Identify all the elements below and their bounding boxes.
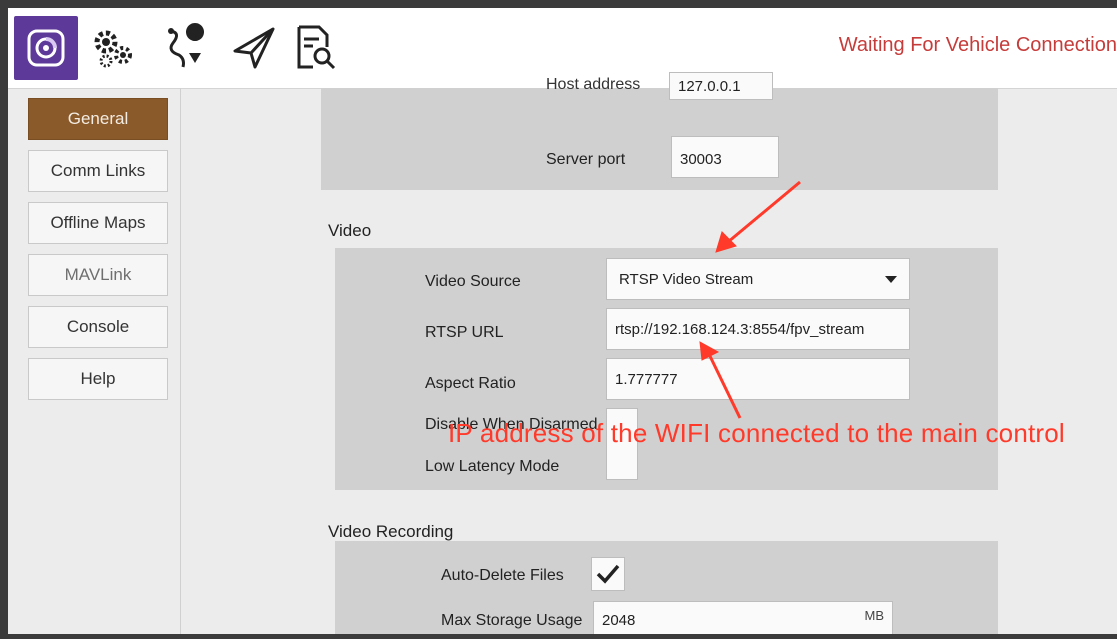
video-panel: Video Source RTSP Video Stream RTSP URL … xyxy=(335,248,998,490)
max-storage-value: 2048 xyxy=(602,612,636,629)
sidebar-item-console[interactable]: Console xyxy=(28,306,168,348)
video-source-label: Video Source xyxy=(425,273,521,290)
rtsp-url-field[interactable]: rtsp://192.168.124.3:8554/fpv_stream xyxy=(606,308,910,350)
analyze-document-icon xyxy=(297,25,336,70)
settings-gears-icon xyxy=(94,30,132,68)
sidebar-item-help[interactable]: Help xyxy=(28,358,168,400)
aspect-ratio-field[interactable]: 1.777777 xyxy=(606,358,910,400)
video-recording-panel: Auto-Delete Files Max Storage Usage 2048… xyxy=(335,541,998,634)
auto-delete-files-label: Auto-Delete Files xyxy=(441,567,564,584)
sidebar-item-mavlink[interactable]: MAVLink xyxy=(28,254,168,296)
wifi-ip-annotation: IP address of the WIFI connected to the … xyxy=(448,418,1065,448)
max-storage-usage-label: Max Storage Usage xyxy=(441,612,583,629)
chevron-down-icon xyxy=(885,275,897,283)
plan-button[interactable] xyxy=(158,18,214,78)
low-latency-mode-label: Low Latency Mode xyxy=(425,458,560,475)
auto-delete-checkbox[interactable] xyxy=(591,557,625,591)
video-section-title: Video xyxy=(328,221,372,240)
video-source-dropdown[interactable]: RTSP Video Stream xyxy=(606,258,910,300)
server-port-field[interactable]: 30003 xyxy=(671,136,779,178)
app-logo-button[interactable] xyxy=(14,16,78,80)
sidebar-item-comm-links[interactable]: Comm Links xyxy=(28,150,168,192)
host-address-label: Host address xyxy=(546,76,641,93)
max-storage-field[interactable]: 2048 MB xyxy=(593,601,893,634)
server-port-label: Server port xyxy=(546,151,626,168)
screen: Waiting For Vehicle Connection General C… xyxy=(8,8,1117,634)
host-address-field[interactable]: 127.0.0.1 xyxy=(669,72,773,100)
settings-sidebar: General Comm Links Offline Maps MAVLink … xyxy=(8,88,178,634)
general-settings-content: Host address 127.0.0.1 Server port 30003… xyxy=(181,72,1117,634)
settings-button[interactable] xyxy=(86,18,142,78)
sidebar-item-offline-maps[interactable]: Offline Maps xyxy=(28,202,168,244)
rtsp-url-label: RTSP URL xyxy=(425,324,504,341)
fly-paper-plane-icon xyxy=(233,27,275,69)
video-recording-section-title: Video Recording xyxy=(328,522,454,541)
analyze-button[interactable] xyxy=(286,18,342,78)
server-panel: Host address 127.0.0.1 Server port 30003 xyxy=(321,72,998,190)
sidebar-item-general[interactable]: General xyxy=(28,98,168,140)
vehicle-connection-status: Waiting For Vehicle Connection xyxy=(838,34,1117,56)
max-storage-unit: MB xyxy=(864,608,885,623)
fly-button[interactable] xyxy=(226,18,282,78)
plan-route-icon xyxy=(168,23,205,68)
aspect-ratio-label: Aspect Ratio xyxy=(425,375,516,392)
checkmark-icon xyxy=(596,564,620,584)
app-logo-icon xyxy=(27,29,65,67)
video-source-value: RTSP Video Stream xyxy=(619,270,754,288)
